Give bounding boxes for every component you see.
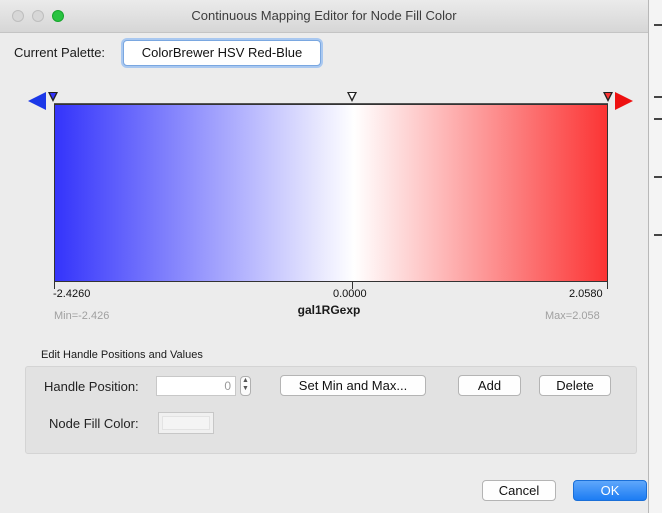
gradient-baseline (54, 281, 608, 282)
window-title: Continuous Mapping Editor for Node Fill … (191, 8, 457, 23)
background-mark (654, 176, 662, 178)
background-mark (654, 24, 662, 26)
stepper-up-icon[interactable]: ▲ (241, 377, 250, 385)
mapping-editor-window: Continuous Mapping Editor for Node Fill … (0, 0, 649, 513)
ok-button[interactable]: OK (573, 480, 647, 501)
stepper-down-icon[interactable]: ▼ (241, 385, 250, 393)
min-value-label: -2.4260 (53, 288, 91, 300)
above-max-color-arrow-icon[interactable] (615, 92, 633, 110)
background-mark (654, 96, 662, 98)
max-handle-icon[interactable] (603, 92, 613, 102)
background-mark (654, 234, 662, 236)
node-fill-color-swatch[interactable] (158, 412, 214, 434)
current-palette-label: Current Palette: (14, 45, 106, 60)
mid-handle-icon[interactable] (347, 92, 357, 102)
cancel-button[interactable]: Cancel (482, 480, 556, 501)
set-min-max-button[interactable]: Set Min and Max... (280, 375, 426, 396)
background-window-edge (649, 0, 662, 513)
handle-position-input[interactable]: 0 (156, 376, 236, 396)
title-bar: Continuous Mapping Editor for Node Fill … (0, 0, 648, 33)
edit-section-title: Edit Handle Positions and Values (41, 349, 203, 361)
attribute-name: gal1RGexp (0, 303, 662, 317)
attribute-name-text: gal1RGexp (297, 303, 361, 317)
max-value-label: 2.0580 (569, 288, 603, 300)
palette-select-button[interactable]: ColorBrewer HSV Red-Blue (123, 40, 321, 66)
handle-position-stepper[interactable]: ▲ ▼ (240, 376, 251, 396)
color-gradient-bar[interactable] (54, 104, 608, 282)
handle-position-label: Handle Position: (44, 379, 139, 394)
node-fill-color-label: Node Fill Color: (49, 416, 139, 431)
delete-handle-button[interactable]: Delete (539, 375, 611, 396)
background-mark (654, 118, 662, 120)
min-handle-icon[interactable] (48, 92, 58, 102)
mid-value-label: 0.0000 (333, 288, 367, 300)
add-handle-button[interactable]: Add (458, 375, 521, 396)
max-tick (607, 282, 608, 289)
below-min-color-arrow-icon[interactable] (28, 92, 46, 110)
